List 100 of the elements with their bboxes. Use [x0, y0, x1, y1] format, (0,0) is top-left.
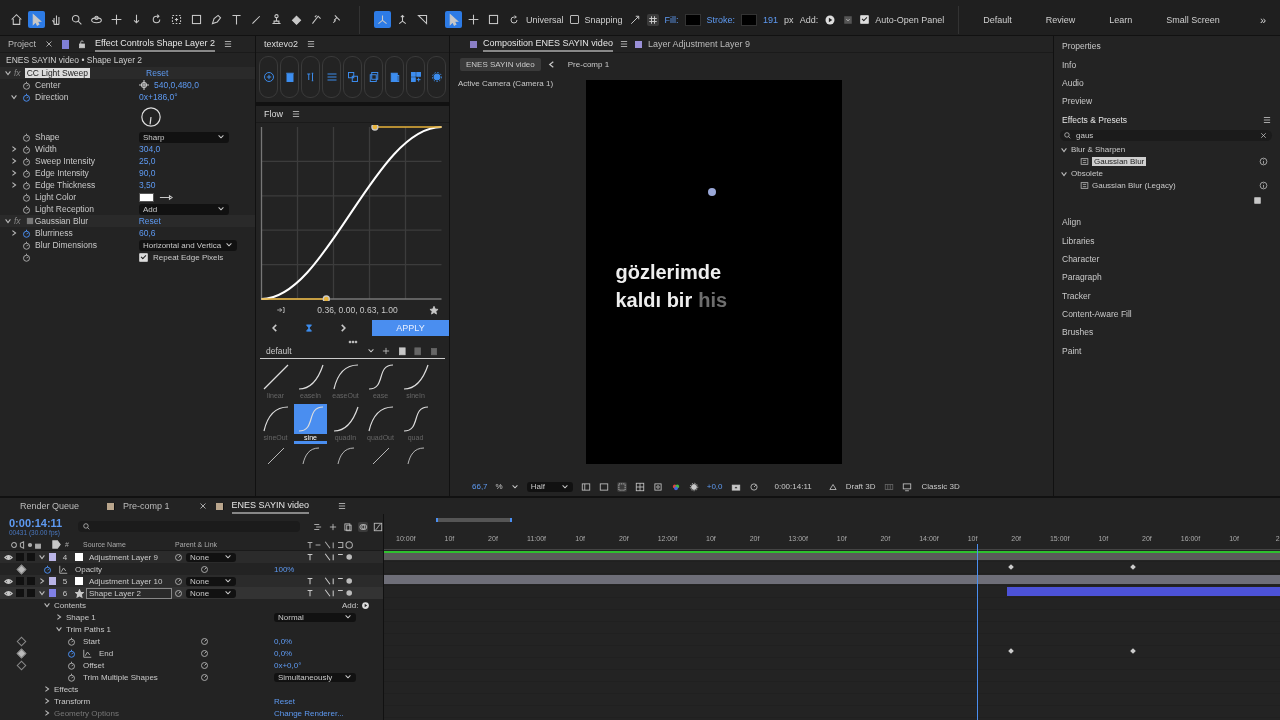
solo-switch[interactable] — [16, 577, 24, 585]
visibility-eye-icon[interactable] — [4, 552, 13, 562]
stopwatch-icon[interactable] — [22, 168, 31, 178]
copy-button[interactable] — [364, 56, 383, 98]
search-field[interactable]: gaus — [1060, 129, 1272, 141]
keyframe-navigator[interactable] — [16, 660, 27, 670]
info-icon[interactable] — [1259, 181, 1268, 191]
property-value[interactable]: 540,0,480,0 — [154, 80, 199, 90]
pick-whip-icon[interactable] — [174, 588, 183, 598]
stopwatch-icon[interactable] — [67, 636, 76, 646]
flowchart-icon[interactable] — [313, 521, 323, 532]
grid-icon[interactable] — [646, 13, 659, 26]
pick-whip-icon[interactable] — [200, 636, 209, 646]
import-icon[interactable] — [276, 305, 286, 315]
stroke-swatch[interactable] — [741, 13, 758, 26]
effect-name[interactable]: CC Light Sweep — [24, 68, 91, 78]
transparency-grid-icon[interactable] — [634, 481, 645, 492]
mask-icon[interactable] — [652, 481, 663, 492]
chevron-icon[interactable] — [38, 577, 46, 585]
stopwatch-icon[interactable] — [22, 192, 31, 202]
stopwatch-icon[interactable] — [43, 564, 52, 574]
property-dropdown[interactable]: Simultaneously — [274, 672, 356, 682]
menu-icon[interactable] — [618, 39, 629, 49]
property-value[interactable]: 25,0 — [139, 156, 156, 166]
settings-button[interactable] — [427, 56, 446, 98]
timecode[interactable]: 0:00:14:11 — [9, 517, 73, 529]
next-icon[interactable] — [338, 323, 348, 333]
angle-dial[interactable] — [140, 106, 162, 128]
stroke-width-value[interactable]: 191 — [763, 14, 779, 25]
pick-whip-icon[interactable] — [174, 576, 183, 586]
anchor-point[interactable] — [707, 188, 716, 196]
property-link[interactable]: Reset — [274, 696, 295, 706]
effect-name[interactable]: Gaussian Blur — [34, 216, 139, 226]
property-group-name[interactable]: Shape 1 — [66, 612, 96, 622]
layer-name[interactable]: Adjustment Layer 10 — [87, 576, 171, 586]
current-time[interactable]: 0:00:14:11 — [774, 482, 812, 491]
pick-whip-icon[interactable] — [174, 552, 183, 562]
region-icon[interactable] — [616, 481, 627, 492]
menu-icon[interactable] — [222, 39, 233, 49]
property-group-name[interactable]: Contents — [54, 600, 87, 610]
chevron-icon[interactable] — [4, 217, 12, 225]
category-label[interactable]: Blur & Sharpen — [1071, 145, 1126, 155]
graph-icon[interactable] — [59, 564, 68, 574]
panel-item[interactable]: Character — [1054, 249, 1280, 269]
shapes-button[interactable] — [343, 56, 362, 98]
camera-icon[interactable] — [730, 481, 741, 492]
expand-icon[interactable] — [628, 13, 641, 26]
add-icon[interactable] — [381, 346, 391, 356]
close-icon[interactable] — [44, 39, 54, 49]
property-value[interactable]: 304,0 — [139, 144, 161, 154]
chevron-icon[interactable] — [38, 589, 46, 597]
pick-whip-icon[interactable] — [200, 672, 209, 682]
stopwatch-icon[interactable] — [22, 252, 31, 262]
parent-dropdown[interactable]: None — [186, 576, 236, 586]
chevron-icon[interactable] — [4, 69, 12, 77]
panel-item[interactable]: Preview — [1054, 92, 1280, 111]
stopwatch-icon[interactable] — [67, 660, 76, 670]
chevron-icon[interactable] — [55, 625, 63, 633]
panel-item[interactable]: Tracker — [1054, 286, 1280, 305]
stopwatch-icon[interactable] — [67, 648, 76, 658]
plus-circle-button[interactable] — [259, 56, 278, 98]
crosshair-icon[interactable] — [139, 80, 149, 90]
snapping-checkbox[interactable] — [569, 15, 579, 24]
property-dropdown[interactable]: Sharp — [139, 131, 229, 143]
effect-item[interactable]: Gaussian Blur — [1092, 157, 1147, 167]
solo-switch[interactable] — [16, 553, 24, 561]
panel-item[interactable]: Paint — [1054, 341, 1280, 361]
more-workspaces-button[interactable]: » — [1259, 13, 1266, 26]
category-label[interactable]: Obsolete — [1071, 169, 1104, 179]
panel-item[interactable]: Paragraph — [1054, 268, 1280, 287]
workspace-tab[interactable]: Learn — [1109, 14, 1133, 25]
breadcrumb[interactable]: Pre-comp 1 — [561, 58, 616, 71]
lock-switch[interactable] — [27, 589, 35, 597]
paste-button[interactable] — [385, 56, 404, 98]
chevron-icon[interactable] — [43, 601, 51, 609]
panel-item[interactable]: Align — [1054, 212, 1280, 232]
menu-icon[interactable] — [1262, 114, 1272, 125]
timeline-tab[interactable]: Render Queue — [20, 499, 80, 513]
close-icon[interactable] — [1259, 130, 1268, 140]
close-icon[interactable] — [197, 501, 208, 511]
stopwatch-icon[interactable] — [67, 672, 76, 682]
pick-whip-icon[interactable] — [200, 660, 209, 670]
color-swatch[interactable] — [139, 192, 154, 202]
label-color[interactable] — [49, 577, 56, 585]
workspace-tab[interactable]: Default — [983, 14, 1012, 25]
export-icon[interactable] — [413, 346, 423, 356]
timeline-tab[interactable]: Pre-comp 1 — [123, 499, 170, 513]
layer-name[interactable]: Adjustment Layer 9 — [87, 552, 171, 562]
resolution-dropdown[interactable]: Half — [526, 481, 573, 492]
panel-item[interactable]: Content-Aware Fill — [1054, 304, 1280, 324]
menu-icon[interactable] — [291, 109, 301, 119]
label-color[interactable] — [49, 589, 56, 597]
panel-tab[interactable]: Effect Controls Shape Layer 2 — [95, 36, 215, 52]
renderer-label[interactable]: Classic 3D — [921, 482, 960, 491]
property-value[interactable]: 0x+0,0° — [274, 660, 302, 670]
preset-set-dropdown[interactable]: default — [266, 346, 375, 356]
chevron-icon[interactable] — [10, 93, 18, 101]
chevron-icon[interactable] — [10, 157, 18, 165]
motion-blur-icon[interactable] — [358, 521, 368, 532]
draft-3d-icon[interactable] — [827, 481, 838, 492]
